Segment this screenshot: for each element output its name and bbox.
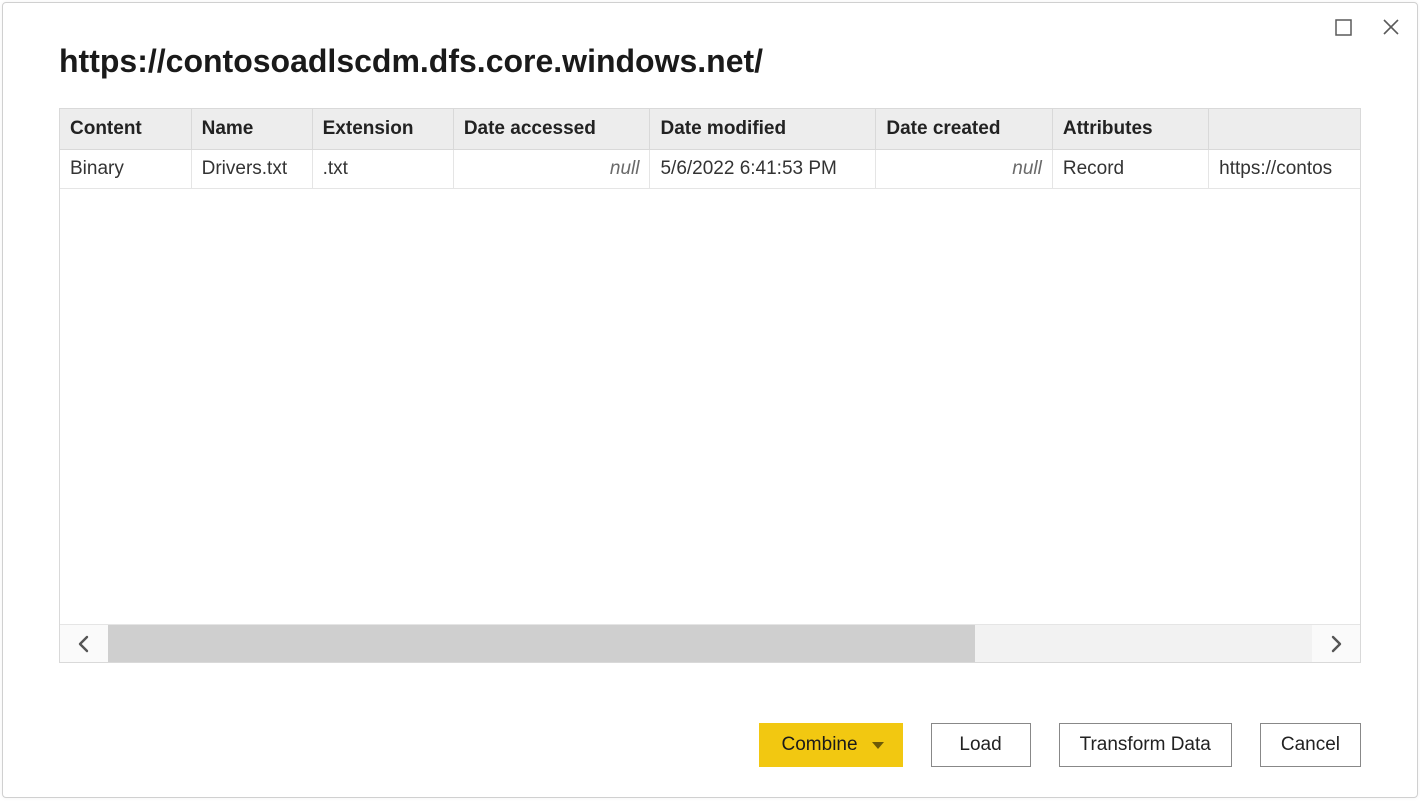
col-header-modified[interactable]: Date modified [650, 109, 876, 150]
combine-button[interactable]: Combine [759, 723, 903, 767]
null-value: null [886, 158, 1041, 180]
col-header-name[interactable]: Name [191, 109, 312, 150]
combine-button-label: Combine [782, 734, 858, 756]
scroll-right-icon[interactable] [1312, 625, 1360, 662]
col-header-last[interactable] [1209, 109, 1360, 150]
table-header-row: Content Name Extension Date accessed Dat… [60, 109, 1360, 150]
col-header-accessed[interactable]: Date accessed [453, 109, 650, 150]
cell-extension: .txt [312, 150, 453, 189]
data-table-container: Content Name Extension Date accessed Dat… [59, 108, 1361, 663]
cell-modified: 5/6/2022 6:41:53 PM [650, 150, 876, 189]
col-header-attributes[interactable]: Attributes [1052, 109, 1208, 150]
col-header-content[interactable]: Content [60, 109, 191, 150]
col-header-created[interactable]: Date created [876, 109, 1052, 150]
table-row[interactable]: Binary Drivers.txt .txt null 5/6/2022 6:… [60, 150, 1360, 189]
scroll-track[interactable] [108, 625, 1312, 662]
transform-data-button[interactable]: Transform Data [1059, 723, 1232, 767]
titlebar-controls [1333, 17, 1401, 37]
scroll-thumb[interactable] [108, 625, 975, 662]
data-table: Content Name Extension Date accessed Dat… [60, 109, 1360, 189]
table-empty-area [60, 189, 1360, 624]
page-title: https://contosoadlscdm.dfs.core.windows.… [59, 43, 1361, 80]
cell-content: Binary [60, 150, 191, 189]
scroll-left-icon[interactable] [60, 625, 108, 662]
dialog-content: https://contosoadlscdm.dfs.core.windows.… [3, 3, 1417, 693]
cell-attributes: Record [1052, 150, 1208, 189]
navigator-dialog: https://contosoadlscdm.dfs.core.windows.… [2, 2, 1418, 798]
cell-last: https://contos [1209, 150, 1360, 189]
horizontal-scrollbar[interactable] [60, 624, 1360, 662]
cell-accessed: null [453, 150, 650, 189]
button-bar: Combine Load Transform Data Cancel [3, 693, 1417, 797]
close-icon[interactable] [1381, 17, 1401, 37]
null-value: null [464, 158, 640, 180]
chevron-down-icon [872, 742, 884, 749]
maximize-icon[interactable] [1333, 17, 1353, 37]
cell-name: Drivers.txt [191, 150, 312, 189]
cancel-button[interactable]: Cancel [1260, 723, 1361, 767]
col-header-extension[interactable]: Extension [312, 109, 453, 150]
cell-created: null [876, 150, 1052, 189]
load-button[interactable]: Load [931, 723, 1031, 767]
